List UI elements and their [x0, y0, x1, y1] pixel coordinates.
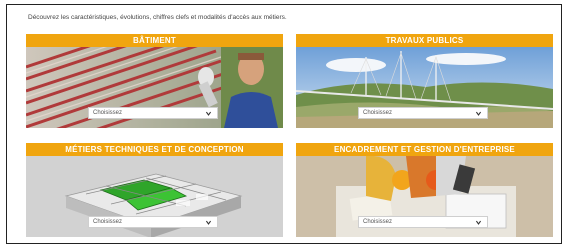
card-title[interactable]: TRAVAUX PUBLICS	[296, 34, 553, 47]
select-value: Choisissez	[363, 219, 393, 225]
card-title[interactable]: BÂTIMENT	[26, 34, 283, 47]
select-value: Choisissez	[93, 110, 123, 116]
chevron-down-icon	[475, 111, 482, 116]
card-batiment[interactable]: BÂTIMENT Choisissez	[26, 34, 283, 128]
intro-text: Découvrez les caractéristiques, évolutio…	[28, 14, 287, 21]
select-value: Choisissez	[363, 110, 393, 116]
card-encadrement[interactable]: ENCADREMENT ET GESTION D'ENTREPRISE Choi…	[296, 143, 553, 237]
metier-select[interactable]: Choisissez	[358, 107, 488, 119]
card-travaux-publics[interactable]: TRAVAUX PUBLICS Choisissez	[296, 34, 553, 128]
card-metiers-techniques[interactable]: MÉTIERS TECHNIQUES ET DE CONCEPTION Choi…	[26, 143, 283, 237]
select-value: Choisissez	[93, 219, 123, 225]
metier-select[interactable]: Choisissez	[88, 107, 218, 119]
chevron-down-icon	[475, 220, 482, 225]
metier-select[interactable]: Choisissez	[358, 216, 488, 228]
card-title[interactable]: MÉTIERS TECHNIQUES ET DE CONCEPTION	[26, 143, 283, 156]
metier-select[interactable]: Choisissez	[88, 216, 218, 228]
chevron-down-icon	[205, 220, 212, 225]
card-title[interactable]: ENCADREMENT ET GESTION D'ENTREPRISE	[296, 143, 553, 156]
chevron-down-icon	[205, 111, 212, 116]
